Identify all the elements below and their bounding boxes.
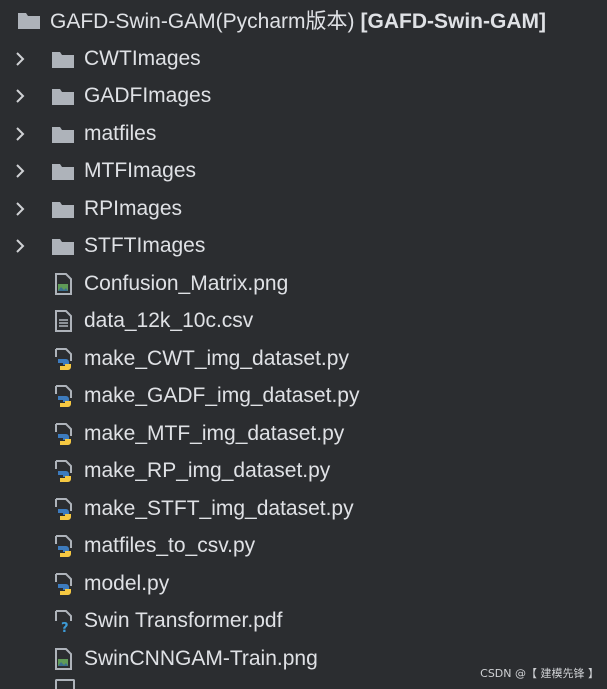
folder-label: GADFImages xyxy=(84,84,212,108)
tree-file-row[interactable]: make_MTF_img_dataset.py xyxy=(0,415,607,453)
folder-label: STFTImages xyxy=(84,234,206,258)
svg-text:?: ? xyxy=(61,621,69,633)
watermark: CSDN @【 建模先锋 】 xyxy=(480,667,599,680)
project-tree: GAFD-Swin-GAM(Pycharm版本) [GAFD-Swin-GAM] … xyxy=(0,0,607,689)
project-name: GAFD-Swin-GAM(Pycharm版本) xyxy=(50,10,355,33)
file-label: make_MTF_img_dataset.py xyxy=(84,421,345,445)
tree-folder-row[interactable]: CWTImages xyxy=(0,40,607,78)
folder-icon xyxy=(52,126,74,143)
folder-icon xyxy=(52,239,74,256)
folder-label: matfiles xyxy=(84,121,157,145)
file-label: Confusion_Matrix.png xyxy=(84,271,289,295)
folder-icon xyxy=(52,201,74,218)
python-file-icon xyxy=(55,347,72,370)
file-label: make_CWT_img_dataset.py xyxy=(84,346,349,370)
python-file-icon xyxy=(55,572,72,595)
folder-label: MTFImages xyxy=(84,159,197,183)
folder-label: RPImages xyxy=(84,196,183,220)
tree-folder-row[interactable]: MTFImages xyxy=(0,153,607,191)
file-label: data_12k_10c.csv xyxy=(84,309,254,333)
chevron-right-icon[interactable] xyxy=(12,88,28,104)
root-label: GAFD-Swin-GAM(Pycharm版本) [GAFD-Swin-GAM] xyxy=(50,5,546,35)
folder-label: CWTImages xyxy=(84,46,201,70)
image-file-icon xyxy=(55,647,72,670)
chevron-right-icon[interactable] xyxy=(12,163,28,179)
python-file-icon xyxy=(55,497,72,520)
module-name: [GAFD-Swin-GAM] xyxy=(360,10,546,33)
file-label: make_RP_img_dataset.py xyxy=(84,459,331,483)
tree-folder-row[interactable]: GADFImages xyxy=(0,78,607,116)
tree-file-row[interactable]: make_GADF_img_dataset.py xyxy=(0,378,607,416)
file-label: Swin Transformer.pdf xyxy=(84,609,283,633)
file-label: make_STFT_img_dataset.py xyxy=(84,496,354,520)
file-label: model.py xyxy=(84,571,170,595)
file-icon xyxy=(55,679,75,689)
tree-file-row[interactable]: ? Swin Transformer.pdf xyxy=(0,603,607,641)
file-label: make_GADF_img_dataset.py xyxy=(84,384,360,408)
file-label: SwinCNNGAM-Train.png xyxy=(84,646,318,670)
folder-icon xyxy=(52,51,74,68)
python-file-icon xyxy=(55,385,72,408)
tree-root-row[interactable]: GAFD-Swin-GAM(Pycharm版本) [GAFD-Swin-GAM] xyxy=(0,0,607,40)
tree-folder-row[interactable]: matfiles xyxy=(0,115,607,153)
tree-file-row[interactable]: make_STFT_img_dataset.py xyxy=(0,490,607,528)
python-file-icon xyxy=(55,422,72,445)
chevron-right-icon[interactable] xyxy=(12,126,28,142)
folder-icon xyxy=(18,13,40,29)
python-file-icon xyxy=(55,535,72,558)
tree-file-row[interactable]: model.py xyxy=(0,565,607,603)
chevron-right-icon[interactable] xyxy=(12,201,28,217)
tree-file-row[interactable]: Confusion_Matrix.png xyxy=(0,265,607,303)
tree-folder-row[interactable]: RPImages xyxy=(0,190,607,228)
tree-file-row[interactable]: matfiles_to_csv.py xyxy=(0,528,607,566)
chevron-right-icon[interactable] xyxy=(12,238,28,254)
tree-file-row[interactable]: make_CWT_img_dataset.py xyxy=(0,340,607,378)
tree-file-row[interactable]: make_RP_img_dataset.py xyxy=(0,453,607,491)
file-label: matfiles_to_csv.py xyxy=(84,534,256,558)
python-file-icon xyxy=(55,460,72,483)
folder-icon xyxy=(52,89,74,106)
folder-icon xyxy=(52,164,74,181)
chevron-right-icon[interactable] xyxy=(12,51,28,67)
tree-file-row[interactable]: data_12k_10c.csv xyxy=(0,303,607,341)
tree-folder-row[interactable]: STFTImages xyxy=(0,228,607,266)
text-file-icon xyxy=(55,310,72,333)
unknown-file-icon: ? xyxy=(55,610,72,633)
image-file-icon xyxy=(55,272,72,295)
